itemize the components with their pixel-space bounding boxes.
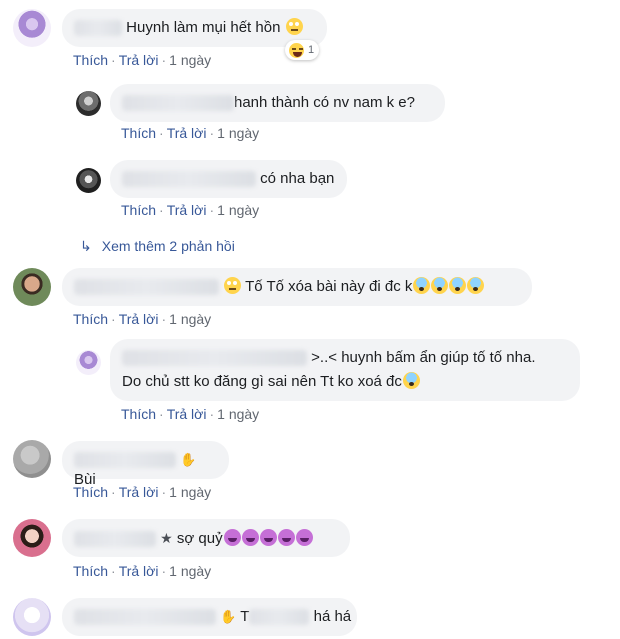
reply-link[interactable]: Trả lời [167,406,207,422]
avatar[interactable] [13,9,51,47]
crying-emoji-icon [402,372,420,389]
comment-text: Tố Tố xóa bài này đi đc k [245,278,413,295]
reply-link[interactable]: Trả lời [167,125,207,141]
comment-text: há há [313,608,352,625]
separator: · [159,202,164,218]
like-link[interactable]: Thích [73,484,108,500]
timestamp[interactable]: 1 ngày [217,406,259,422]
comment-text: Do chủ stt ko đăng gì sai nên Tt ko xoá … [122,373,402,390]
comment-bubble: ✋ Bùi [62,441,229,488]
separator: · [161,52,167,68]
comment-text: Huynh làm mụi hết hồn [126,19,281,36]
blurred-author-name[interactable] [122,95,234,112]
tired-face-emoji-icon [295,529,313,546]
blurred-mention[interactable] [249,609,310,626]
blurred-author-name[interactable] [122,350,307,367]
like-link[interactable]: Thích [121,202,156,218]
blurred-author-name[interactable] [74,452,176,469]
blurred-author-name[interactable] [74,609,216,626]
tired-face-emoji-icon [277,529,295,546]
separator: · [159,406,164,422]
comment-line: Do chủ stt ko đăng gì sai nên Tt ko xoá … [122,372,568,392]
comment-text: >..< huynh bấm ẩn giúp tố tố nha. [311,349,536,366]
comment-bubble: ✋ T há há [62,598,357,636]
partial-text: T [240,608,250,625]
reply-link[interactable]: Trả lời [119,52,159,68]
separator: · [111,563,116,579]
star-icon: ★ [160,530,173,546]
timestamp[interactable]: 1 ngày [169,563,211,579]
screaming-emoji-icon [449,277,467,294]
comment-actions: Thích · Trả lời · 1 ngày [121,202,259,218]
avatar[interactable] [13,268,51,306]
haha-reaction-icon [289,42,304,58]
reply-link[interactable]: Trả lời [167,202,207,218]
comment-actions: Thích · Trả lời · 1 ngày [121,125,259,141]
more-replies-label: Xem thêm 2 phản hồi [101,238,235,254]
comment-bubble: Huynh làm mụi hết hồn [62,9,327,47]
separator: · [161,484,167,500]
comment-actions: Thích · Trả lời · 1 ngày [73,563,211,579]
separator: · [111,311,116,327]
screaming-emoji-icon [467,277,485,294]
comment-bubble: Tố Tố xóa bài này đi đc k [62,268,532,306]
tired-face-emoji-icon [259,529,277,546]
separator: · [209,125,215,141]
blurred-author-name[interactable] [74,20,122,37]
avatar[interactable] [76,91,101,116]
blurred-author-name[interactable] [122,171,256,188]
reply-link[interactable]: Trả lời [119,311,159,327]
avatar[interactable] [76,350,101,375]
comment-actions: Thích · Trả lời · 1 ngày [73,52,211,68]
avatar[interactable] [13,598,51,636]
comment-text: có nha bạn [260,170,335,187]
comment-text: hanh thành có nv nam k e? [234,94,415,111]
avatar[interactable] [76,168,101,193]
separator: · [111,484,116,500]
like-link[interactable]: Thích [73,311,108,327]
avatar[interactable] [13,440,51,478]
like-link[interactable]: Thích [73,52,108,68]
eye-roll-emoji-icon [224,277,242,294]
view-more-replies-link[interactable]: ↳ Xem thêm 2 phản hồi [80,238,235,255]
timestamp[interactable]: 1 ngày [217,125,259,141]
separator: · [161,563,167,579]
comment-actions: Thích · Trả lời · 1 ngày [121,406,259,422]
timestamp[interactable]: 1 ngày [217,202,259,218]
comment-bubble: hanh thành có nv nam k e? [110,84,445,122]
like-link[interactable]: Thích [121,406,156,422]
avatar[interactable] [13,519,51,557]
comment-bubble: >..< huynh bấm ẩn giúp tố tố nha. Do chủ… [110,339,580,401]
reaction-badge[interactable]: 1 [285,40,320,60]
like-link[interactable]: Thích [73,563,108,579]
comment-line: >..< huynh bấm ẩn giúp tố tố nha. [122,348,568,368]
reply-arrow-icon: ↳ [80,238,92,254]
timestamp[interactable]: 1 ngày [169,52,211,68]
separator: · [209,202,215,218]
tired-face-emoji-icon [241,529,259,546]
waving-hand-icon: ✋ [220,609,237,624]
separator: · [209,406,215,422]
blurred-author-name[interactable] [74,531,156,548]
reaction-count: 1 [308,44,315,56]
blurred-author-name[interactable] [74,279,219,296]
waving-hand-icon: ✋ [180,452,197,467]
comment-text: sợ quỷ [176,530,223,547]
like-link[interactable]: Thích [121,125,156,141]
reply-link[interactable]: Trả lời [119,563,159,579]
tired-face-emoji-icon [223,529,241,546]
comment-bubble: ★ sợ quỷ [62,519,350,557]
separator: · [161,311,167,327]
comment-bubble: có nha bạn [110,160,347,198]
separator: · [111,52,116,68]
screaming-emoji-icon [431,277,449,294]
timestamp[interactable]: 1 ngày [169,484,211,500]
rolling-laughing-emoji-icon [285,18,303,35]
comment-actions: Thích · Trả lời · 1 ngày [73,311,211,327]
comment-actions: Thích · Trả lời · 1 ngày [73,484,211,500]
separator: · [159,125,164,141]
timestamp[interactable]: 1 ngày [169,311,211,327]
reply-link[interactable]: Trả lời [119,484,159,500]
screaming-emoji-icon [413,277,431,294]
